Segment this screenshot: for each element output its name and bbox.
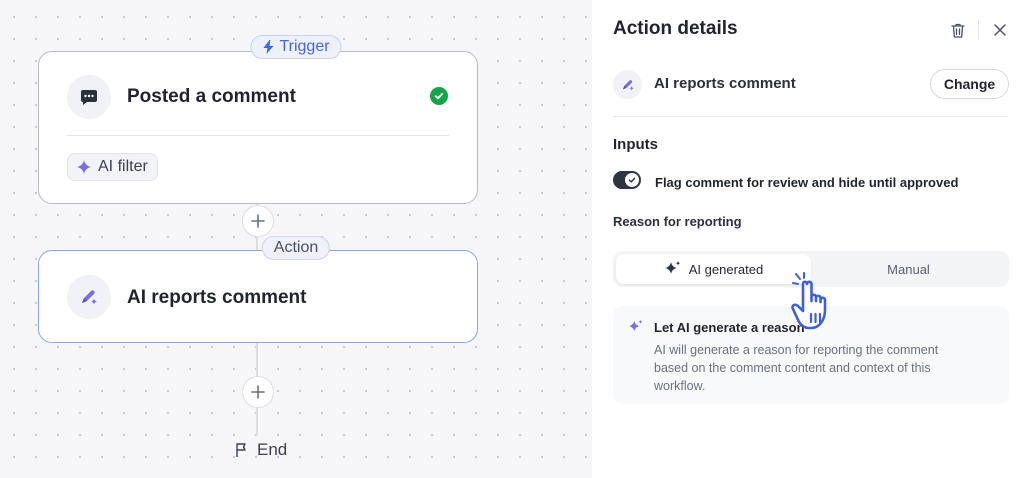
check-icon xyxy=(628,177,636,183)
check-icon xyxy=(430,87,448,105)
ai-filter-chip[interactable]: AI filter xyxy=(67,153,158,181)
panel-divider xyxy=(613,116,1008,117)
bolt-icon xyxy=(263,40,274,54)
trigger-title: Posted a comment xyxy=(127,86,296,107)
segment-ai-generated[interactable]: AI generated xyxy=(616,254,811,284)
workflow-canvas[interactable]: Posted a comment AI filter Trigger AI re… xyxy=(0,0,592,478)
sparkle-icon xyxy=(664,261,680,274)
hand-cursor-icon xyxy=(791,272,827,330)
flag-review-label: Flag comment for review and hide until a… xyxy=(655,175,959,190)
add-step-button[interactable] xyxy=(242,205,274,237)
toggle-knob xyxy=(625,173,639,187)
trigger-pill: Trigger xyxy=(250,35,342,59)
info-title: Let AI generate a reason xyxy=(654,320,805,335)
change-action-button[interactable]: Change xyxy=(930,69,1009,99)
plus-icon xyxy=(251,385,265,399)
action-node-card[interactable]: AI reports comment xyxy=(38,250,478,343)
delete-button[interactable] xyxy=(947,19,969,41)
sparkle-icon xyxy=(77,160,91,174)
action-title: AI reports comment xyxy=(127,287,307,308)
close-button[interactable] xyxy=(989,19,1011,41)
plus-icon xyxy=(251,214,265,228)
inputs-heading: Inputs xyxy=(613,136,658,153)
action-details-panel: Action details AI reports comment Change… xyxy=(592,0,1024,478)
ai-flag-icon xyxy=(613,70,642,99)
selected-action-name: AI reports comment xyxy=(654,75,796,92)
close-icon xyxy=(994,24,1006,36)
flag-review-toggle[interactable] xyxy=(613,171,641,189)
sparkle-icon xyxy=(628,319,643,332)
action-pill-label: Action xyxy=(273,239,319,256)
add-step-button[interactable] xyxy=(242,376,274,408)
end-label: End xyxy=(257,440,288,459)
flag-icon xyxy=(236,443,246,457)
comment-icon xyxy=(67,75,111,119)
segment-manual-label: Manual xyxy=(887,261,930,277)
segment-ai-generated-label: AI generated xyxy=(688,261,764,277)
trigger-node-card[interactable]: Posted a comment AI filter xyxy=(38,51,478,204)
end-node: End xyxy=(234,440,287,460)
panel-title: Action details xyxy=(613,18,738,39)
action-pill: Action xyxy=(261,236,331,260)
info-body: AI will generate a reason for reporting … xyxy=(654,343,939,393)
title-separator xyxy=(978,20,979,40)
ai-filter-label: AI filter xyxy=(98,158,148,175)
reason-heading: Reason for reporting xyxy=(613,214,742,229)
ai-flag-icon xyxy=(67,275,111,319)
trash-icon xyxy=(951,23,965,38)
trigger-pill-label: Trigger xyxy=(279,38,330,55)
card-divider xyxy=(67,135,449,136)
